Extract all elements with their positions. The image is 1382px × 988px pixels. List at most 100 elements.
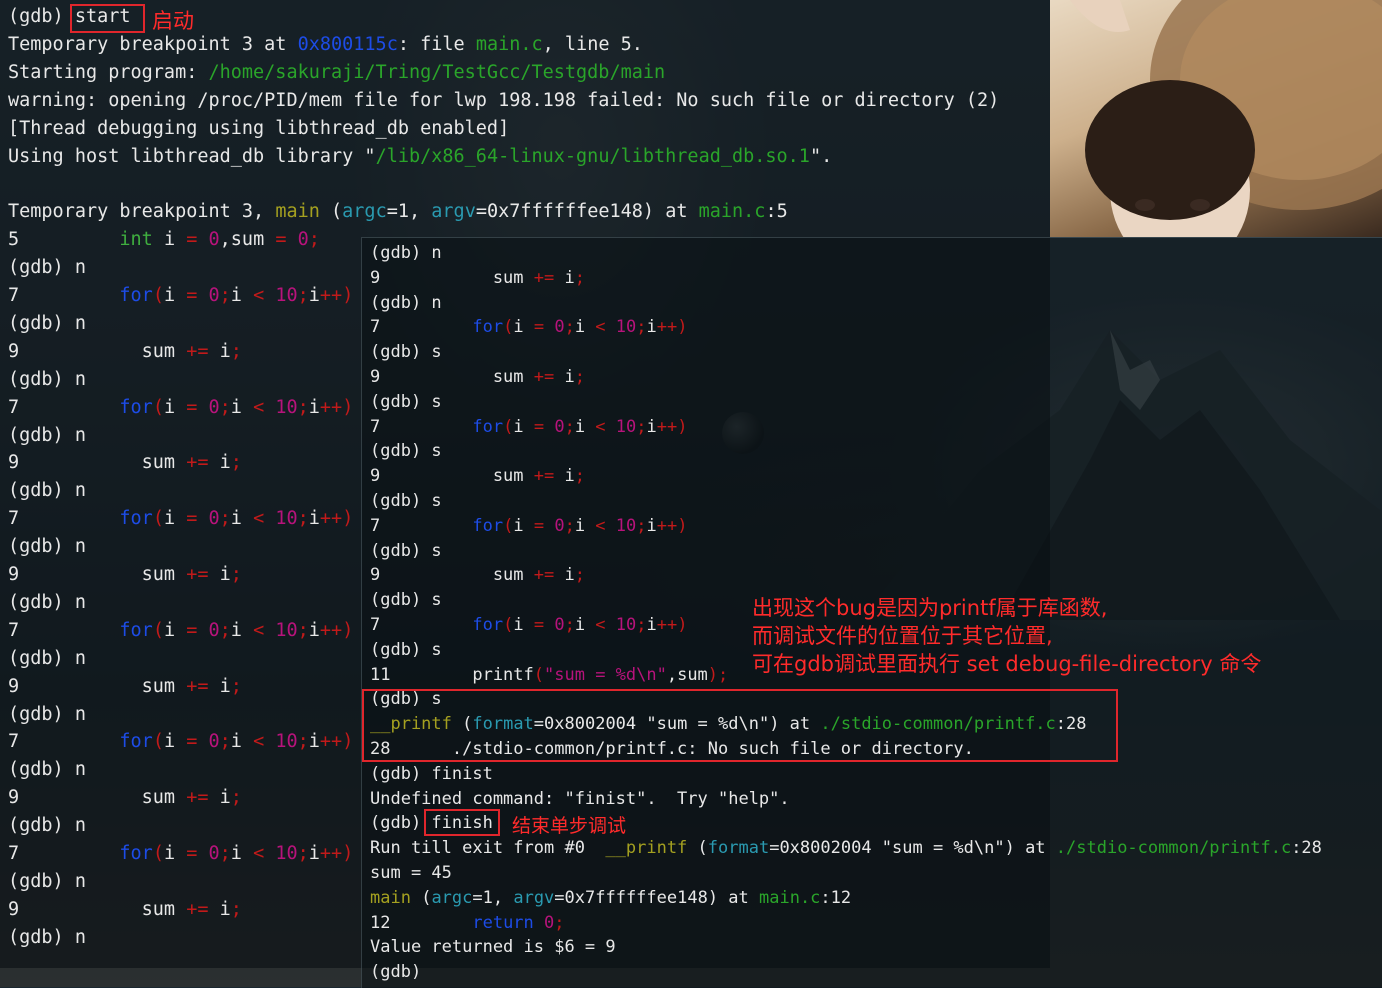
- terminal-line: 12 return 0;: [370, 911, 565, 936]
- terminal-text-segment: (gdb) n: [8, 591, 86, 613]
- terminal-text-segment: :28: [1291, 838, 1322, 859]
- terminal-text-segment: ;: [308, 229, 320, 251]
- terminal-text-segment: ;: [219, 843, 231, 864]
- terminal-text-segment: main.c: [698, 201, 766, 223]
- terminal-text-segment: i: [163, 731, 187, 753]
- terminal-text-segment: for: [119, 843, 153, 864]
- terminal-line: 5 int i = 0,sum = 0;: [8, 226, 320, 254]
- terminal-text-segment: 0: [208, 619, 220, 641]
- terminal-text-segment: i: [308, 619, 320, 641]
- terminal-line: 11 printf("sum = %d\n",sum);: [370, 663, 728, 688]
- terminal-line: 9 sum += i;: [8, 561, 242, 589]
- terminal-text-segment: =: [533, 515, 545, 536]
- terminal-text-segment: ;: [230, 787, 242, 809]
- terminal-line: sum = 45: [370, 861, 452, 886]
- terminal-text-segment: ++: [319, 285, 343, 306]
- terminal-text-segment: ++: [656, 515, 678, 536]
- terminal-text-segment: :12: [820, 887, 852, 908]
- terminal-text-segment: ;: [219, 508, 231, 530]
- terminal-text-segment: (gdb) n: [8, 703, 86, 725]
- terminal-text-segment: ;: [564, 515, 575, 536]
- terminal-text-segment: 7: [8, 843, 120, 864]
- terminal-text-segment: =: [186, 508, 198, 530]
- terminal-text-segment: (gdb) s: [370, 441, 442, 462]
- terminal-text-segment: i: [646, 615, 657, 635]
- terminal-text-segment: +=: [186, 675, 209, 697]
- terminal-text-segment: ;: [230, 898, 242, 920]
- terminal-text-segment: main.c: [759, 887, 821, 908]
- terminal-text-segment: 7: [370, 615, 473, 635]
- terminal-text-segment: __printf: [605, 838, 688, 859]
- annotation-bug-note-3: 可在gdb调试里面执行 set debug-file-directory 命令: [752, 652, 1262, 676]
- terminal-text-segment: i: [574, 515, 596, 536]
- terminal-text-segment: <: [253, 619, 265, 641]
- terminal-text-segment: ;: [230, 340, 242, 362]
- terminal-text-segment: 7: [8, 285, 120, 306]
- terminal-text-segment: warning: opening /proc/PID/mem file for …: [8, 89, 1000, 111]
- terminal-text-segment: (gdb) n: [8, 424, 86, 446]
- terminal-text-segment: i: [554, 367, 575, 387]
- terminal-text-segment: 0: [554, 615, 565, 635]
- terminal-text-segment: 10: [275, 731, 298, 753]
- terminal-line: 9 sum += i;: [8, 896, 242, 924]
- terminal-text-segment: ++: [656, 416, 678, 437]
- terminal-text-segment: ;: [230, 675, 242, 697]
- terminal-text-segment: ;: [297, 396, 309, 418]
- terminal-text-segment: (: [503, 317, 514, 338]
- terminal-text-segment: i: [554, 267, 575, 288]
- terminal-text-segment: ;: [574, 565, 585, 586]
- terminal-text-segment: i: [163, 396, 187, 418]
- terminal-text-segment: (: [503, 416, 514, 437]
- terminal-text-segment: Value returned is $6 = 9: [370, 937, 616, 958]
- terminal-text-segment: (: [152, 508, 164, 530]
- terminal-text-segment: : file: [397, 33, 476, 55]
- terminal-text-segment: /lib/x86_64-linux-gnu/libthread_db.so.1: [375, 145, 810, 167]
- terminal-text-segment: for: [119, 285, 153, 306]
- terminal-text-segment: 7: [370, 515, 473, 536]
- terminal-text-segment: 7: [8, 619, 120, 641]
- terminal-text-segment: <: [595, 317, 606, 338]
- terminal-line: (gdb) n: [8, 310, 86, 338]
- terminal-text-segment: 10: [275, 396, 298, 418]
- terminal-text-segment: ;: [297, 731, 309, 753]
- terminal-line: (gdb) n: [8, 812, 86, 840]
- terminal-text-segment: +=: [186, 898, 209, 920]
- terminal-text-segment: =: [186, 396, 198, 418]
- terminal-text-segment: 0: [208, 229, 220, 251]
- terminal-text-segment: <: [253, 285, 265, 306]
- terminal-text-segment: 9 sum: [8, 564, 187, 585]
- terminal-text-segment: (gdb) n: [370, 243, 442, 263]
- terminal-text-segment: (gdb) s: [370, 491, 442, 511]
- terminal-text-segment: ++: [319, 508, 343, 530]
- terminal-line: 7 for(i = 0;i < 10;i++): [8, 394, 353, 422]
- terminal-text-segment: int: [119, 229, 153, 251]
- terminal-text-segment: ;: [297, 619, 309, 641]
- terminal-text-segment: <: [253, 843, 265, 864]
- terminal-text-segment: format: [707, 838, 770, 859]
- terminal-line: (gdb) s: [370, 588, 442, 613]
- terminal-text-segment: i: [513, 416, 534, 437]
- terminal-text-segment: 11 printf: [370, 664, 534, 685]
- terminal-text-segment: 0: [208, 396, 220, 418]
- terminal-text-segment: 5: [8, 229, 120, 251]
- terminal-line: 9 sum += i;: [8, 449, 242, 477]
- terminal-text-segment: ./stdio-common/printf.c: [1055, 838, 1292, 859]
- terminal-line: (gdb) n: [8, 756, 86, 784]
- terminal-text-segment: +=: [186, 340, 209, 362]
- terminal-text-segment: =: [275, 229, 287, 251]
- terminal-text-segment: i: [646, 515, 657, 536]
- terminal-line: 7 for(i = 0;i < 10;i++): [8, 728, 353, 756]
- terminal-text-segment: (gdb): [370, 962, 422, 983]
- terminal-text-segment: ;: [219, 285, 231, 306]
- terminal-line: 7 for(i = 0;i < 10;i++): [8, 505, 353, 533]
- terminal-text-segment: ++: [319, 731, 343, 753]
